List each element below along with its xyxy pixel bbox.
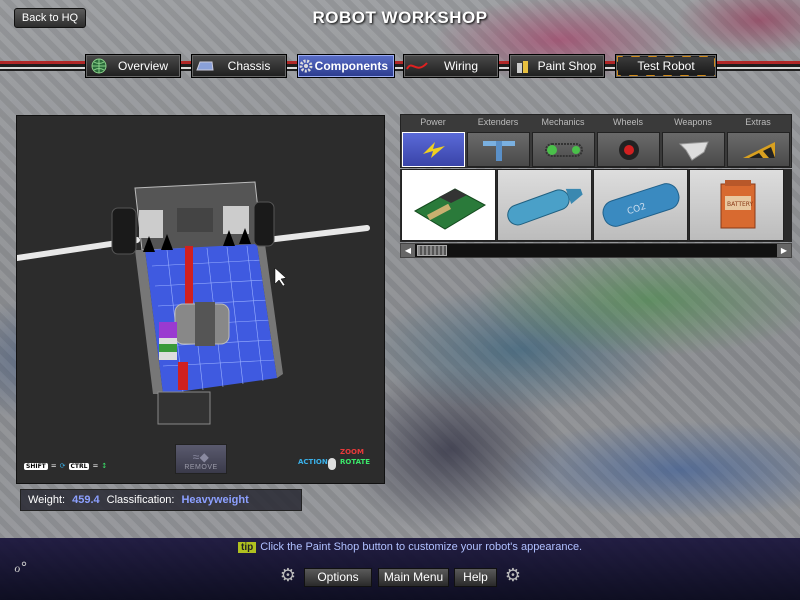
circuit-board-icon — [413, 188, 486, 230]
tip-badge: tip — [238, 541, 257, 553]
main-menu-button[interactable]: Main Menu — [378, 568, 449, 587]
mouse-icon — [328, 458, 336, 470]
gear-icon: ⚙ — [279, 565, 297, 586]
category-label: Mechanics — [541, 117, 585, 127]
weight-label: Weight: — [28, 494, 66, 506]
category-power[interactable] — [402, 132, 465, 167]
tip: tip Click the Paint Shop button to custo… — [238, 541, 582, 553]
category-label: Power — [420, 117, 446, 127]
parts-list: CO2 BATTERY — [400, 169, 792, 242]
tab-label: Test Robot — [637, 59, 695, 73]
options-button[interactable]: Options — [304, 568, 372, 587]
part-blue-tank[interactable] — [497, 169, 592, 241]
part-circuit-board[interactable] — [401, 169, 496, 241]
remove-button[interactable]: ≈◆ REMOVE — [175, 444, 227, 474]
category-wheels[interactable] — [597, 132, 660, 167]
classification-label: Classification: — [106, 494, 175, 506]
tab-label: Paint Shop — [537, 59, 597, 73]
lightning-icon — [422, 141, 445, 158]
category-label: Extenders — [477, 117, 519, 127]
action-hint: ACTION — [298, 458, 328, 466]
ctrl-key: CTRL — [68, 462, 90, 470]
robot-model — [17, 181, 370, 425]
keyboard-hint: SHIFT = ⟳ CTRL = ↕ — [24, 462, 108, 470]
co2-tank-icon: CO2 — [602, 183, 679, 227]
gear-icon — [298, 59, 315, 73]
category-mechanics[interactable] — [532, 132, 595, 167]
part-co2-tank[interactable]: CO2 — [593, 169, 688, 241]
tip-text: Click the Paint Shop button to customize… — [260, 541, 583, 553]
tab-overview[interactable]: Overview — [85, 54, 181, 78]
scroll-right-arrow-icon[interactable]: ▶ — [777, 244, 791, 257]
parts-scrollbar[interactable]: ◀ ▶ — [400, 243, 792, 258]
classification-value: Heavyweight — [181, 494, 249, 506]
category-label: Weapons — [674, 117, 712, 127]
category-label: Extras — [745, 117, 771, 127]
wire-icon — [404, 60, 430, 72]
tab-wiring[interactable]: Wiring — [403, 54, 499, 78]
wedge-icon — [742, 141, 775, 158]
mouse-hint: ZOOM ACTION ROTATE — [288, 446, 378, 476]
tab-paint-shop[interactable]: Paint Shop — [509, 54, 605, 78]
tab-label: Overview — [117, 59, 168, 73]
blade-icon — [678, 140, 709, 161]
scroll-left-arrow-icon[interactable]: ◀ — [401, 244, 415, 257]
chain-icon — [544, 142, 583, 157]
battery-icon: BATTERY — [720, 180, 755, 229]
category-bar: Power Extenders Mechanics Wheels Weapons… — [400, 114, 792, 168]
rotate-hint: ROTATE — [340, 458, 371, 466]
tab-label: Chassis — [227, 59, 271, 73]
category-extras[interactable] — [727, 132, 790, 167]
svg-text:BATTERY: BATTERY — [727, 201, 754, 208]
robot-3d-viewport[interactable]: ≈◆ REMOVE SHIFT = ⟳ CTRL = ↕ ZOOM ACTION R… — [16, 115, 385, 484]
rotate-icon: ⟳ — [59, 462, 66, 470]
part-orange-battery[interactable]: BATTERY — [689, 169, 784, 241]
vertical-arrows-icon: ↕ — [101, 462, 108, 470]
category-label: Wheels — [612, 117, 643, 127]
category-extenders[interactable] — [467, 132, 530, 167]
help-button[interactable]: Help — [454, 568, 497, 587]
tab-chassis[interactable]: Chassis — [191, 54, 287, 78]
tab-components[interactable]: Components — [297, 54, 395, 78]
blue-tank-icon — [506, 188, 583, 226]
paint-icon — [510, 58, 536, 74]
gear-icon: ⚙ — [504, 565, 522, 586]
robot-stats: Weight: 459.4 Classification: Heavyweigh… — [20, 489, 302, 511]
tab-label: Components — [314, 59, 388, 73]
extender-icon — [482, 140, 515, 161]
scroll-thumb[interactable] — [417, 245, 447, 256]
tab-test-robot[interactable]: Test Robot — [615, 54, 717, 78]
category-weapons[interactable] — [662, 132, 725, 167]
chassis-icon — [192, 60, 218, 72]
globe-icon — [86, 58, 112, 74]
wheel-icon — [618, 139, 639, 160]
page-title: ROBOT WORKSHOP — [312, 8, 488, 27]
shift-key: SHIFT — [24, 462, 48, 470]
remove-label: REMOVE — [184, 464, 218, 471]
weight-value: 459.4 — [72, 494, 100, 506]
remove-icon: ≈◆ — [192, 450, 210, 464]
status-icon: ℴ° — [14, 560, 28, 576]
tab-label: Wiring — [443, 59, 478, 73]
zoom-hint: ZOOM — [340, 448, 364, 456]
